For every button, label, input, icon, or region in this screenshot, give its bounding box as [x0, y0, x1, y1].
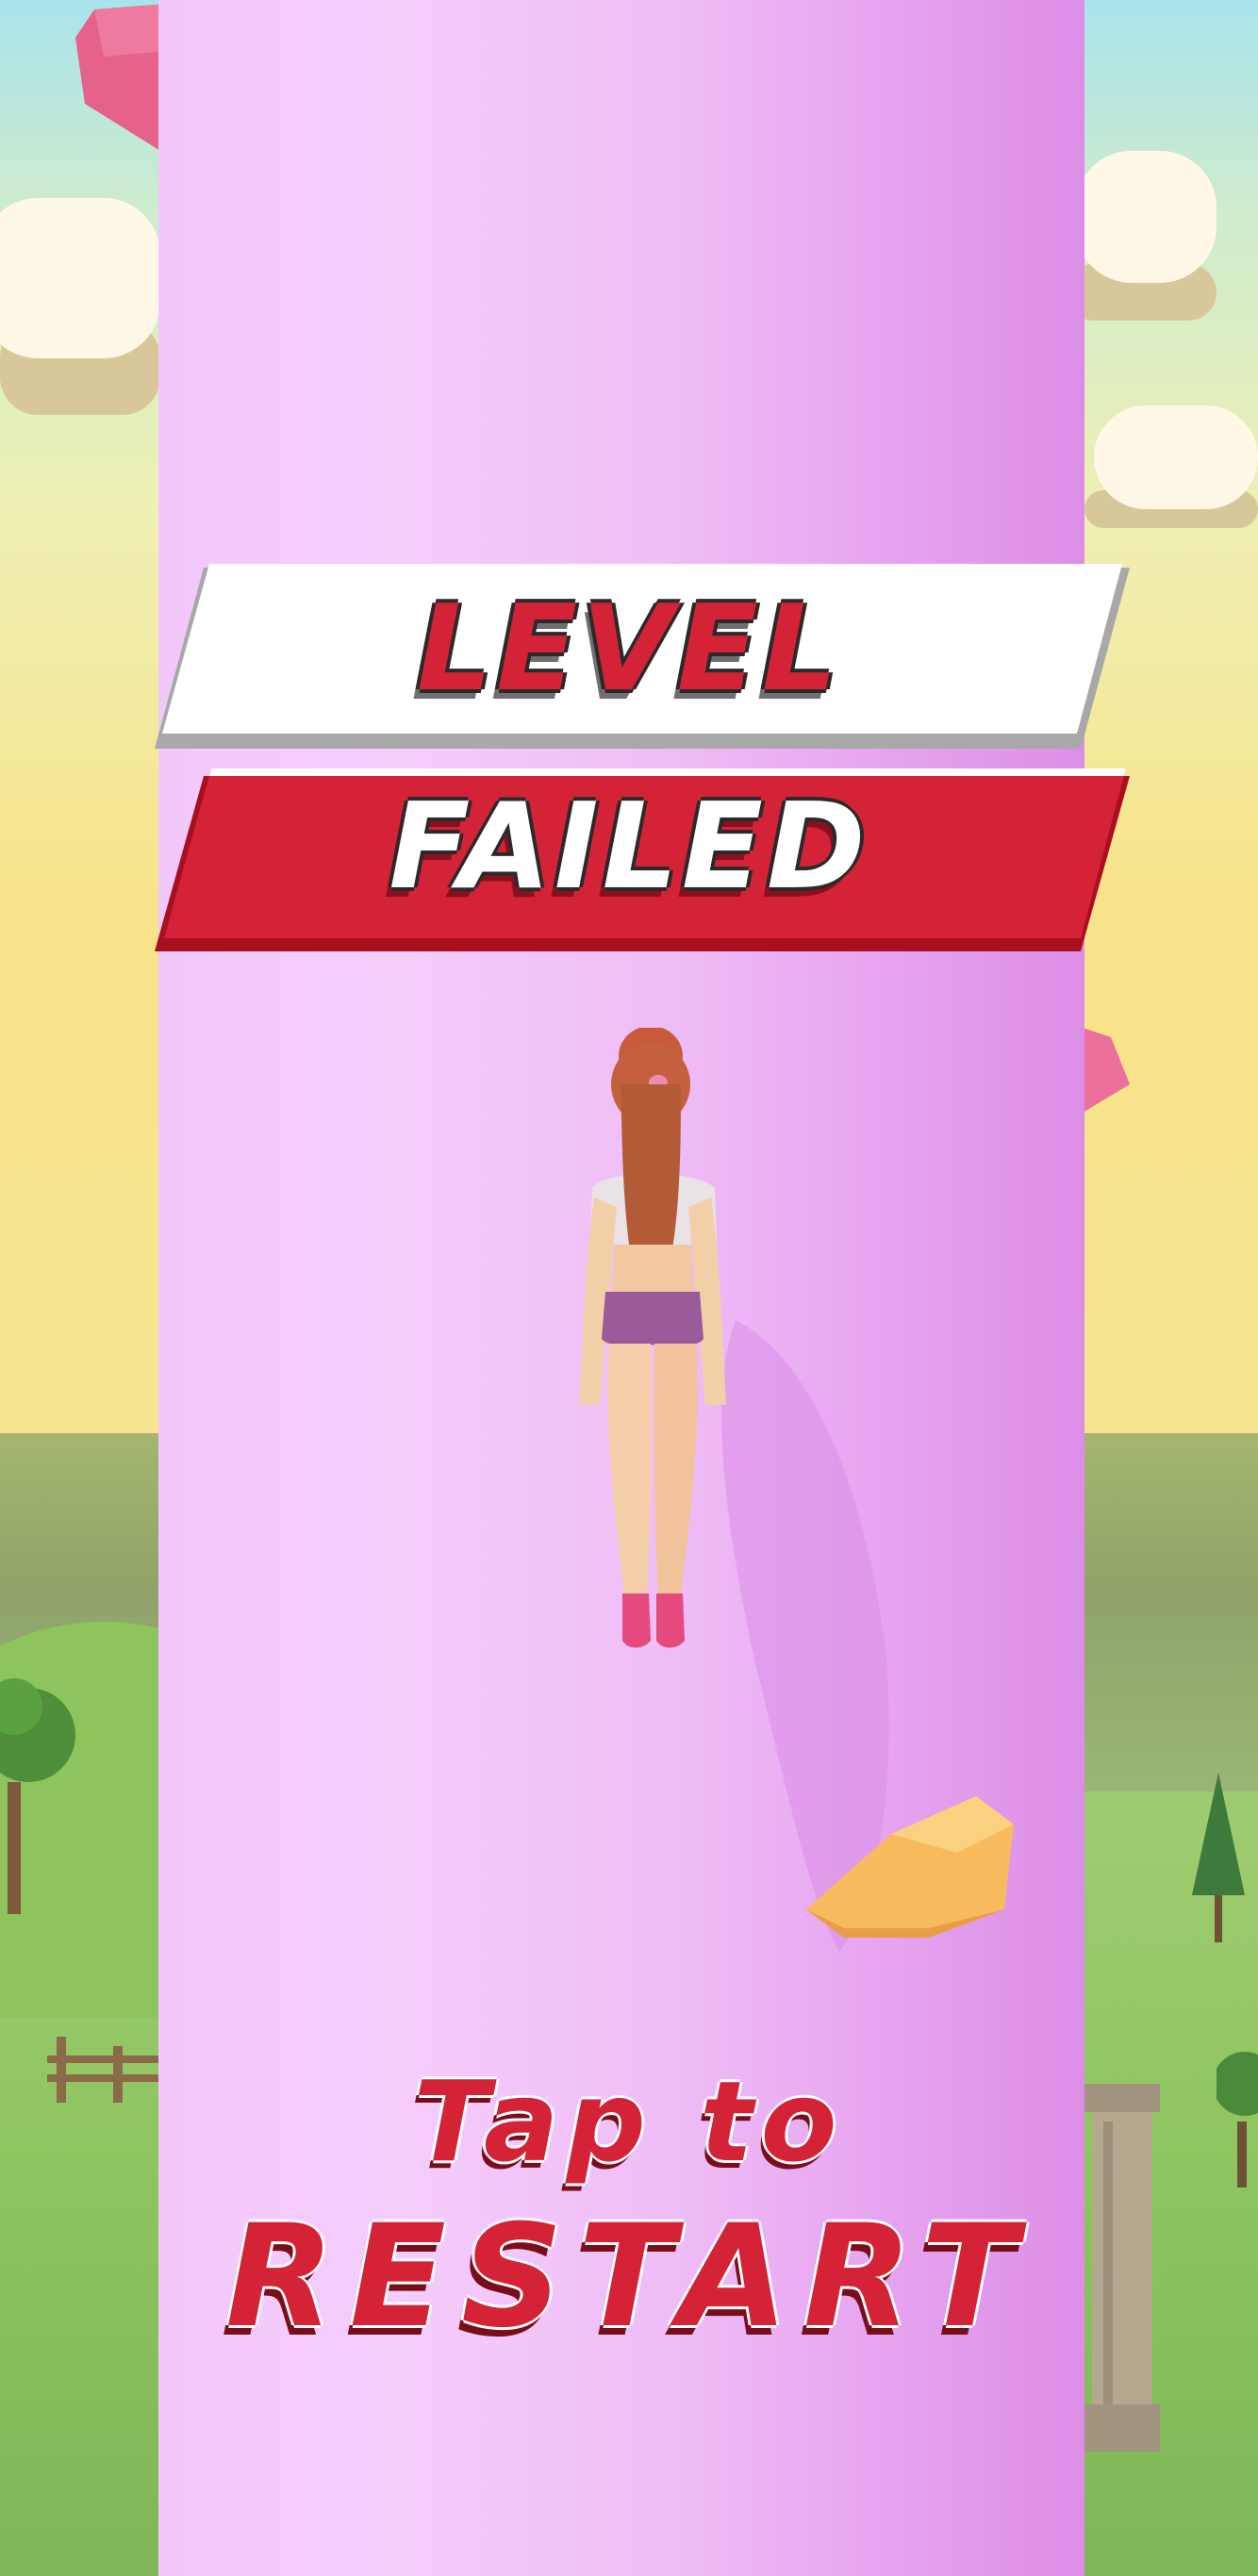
cloud-right-top — [1075, 151, 1217, 283]
pine-tree-right — [1192, 1773, 1245, 1942]
player-character — [579, 1028, 726, 1648]
game-scene[interactable]: LEVEL FAILED Tap to RESTART — [0, 0, 1258, 2576]
failed-text: FAILED — [389, 777, 869, 916]
cloud-left — [0, 198, 160, 358]
pink-platform-right — [1083, 1028, 1130, 1113]
cloud-right-mid — [1094, 405, 1258, 509]
tree-left — [0, 1678, 75, 1914]
orange-rock — [806, 1796, 1014, 1938]
level-text: LEVEL — [416, 579, 842, 718]
restart-text[interactable]: RESTART — [0, 2197, 1258, 2357]
tap-to-text[interactable]: Tap to — [0, 2056, 1258, 2188]
